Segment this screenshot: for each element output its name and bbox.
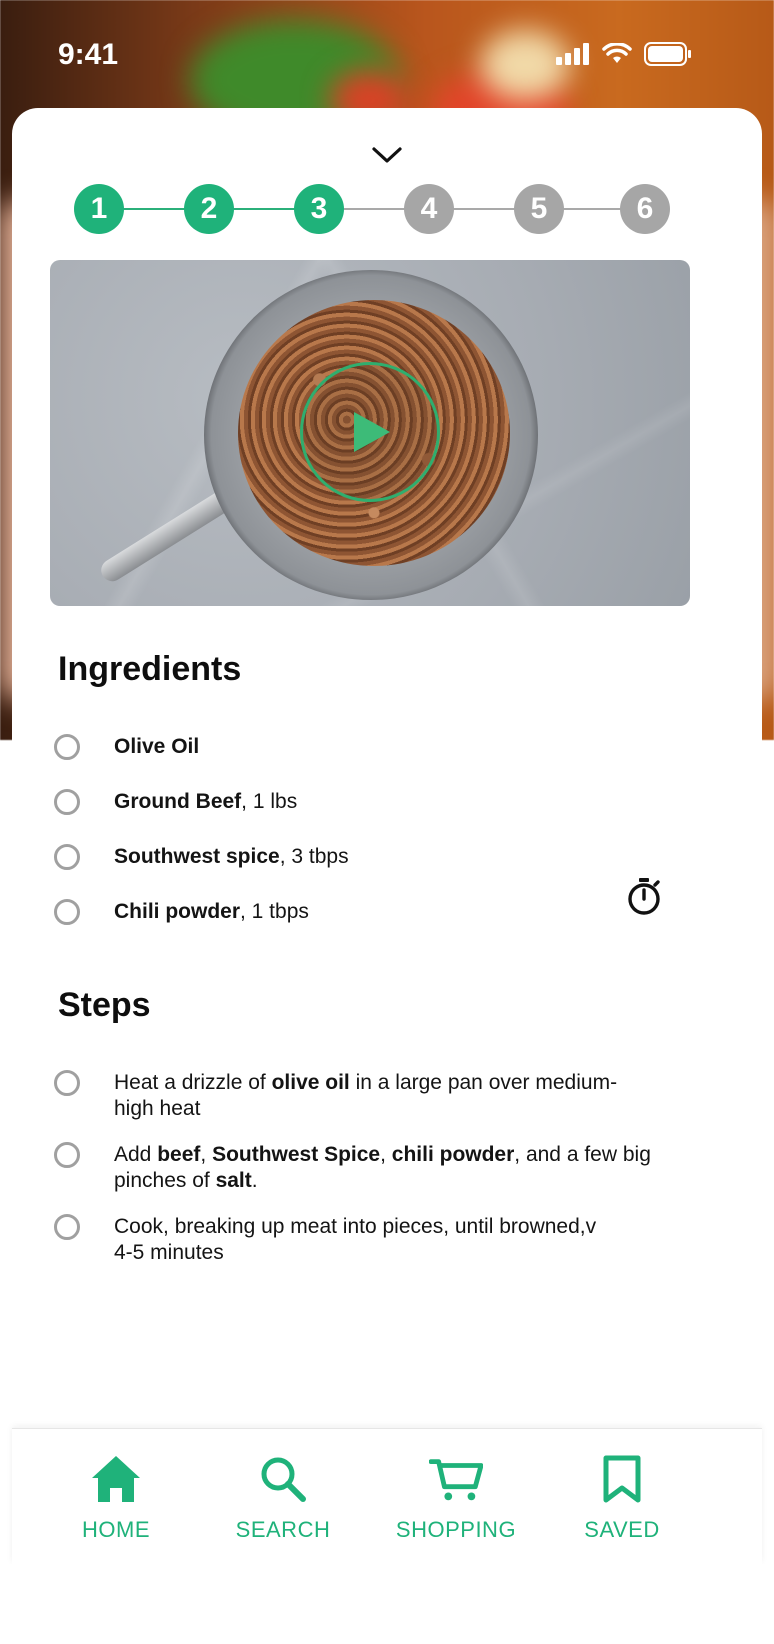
steps-title: Steps xyxy=(58,986,151,1024)
ingredient-text: Ground Beef, 1 lbs xyxy=(114,789,297,815)
step-text-part: beef xyxy=(157,1143,201,1166)
wifi-icon xyxy=(602,43,632,63)
step-text-part: , xyxy=(200,1143,213,1166)
step-item: Add beef, Southwest Spice, chili powder,… xyxy=(54,1142,694,1194)
step-text-part: Add xyxy=(114,1143,158,1166)
step-text-part: chili powder xyxy=(391,1143,515,1166)
search-icon xyxy=(261,1457,306,1502)
nav-saved-label: SAVED xyxy=(584,1517,660,1542)
play-button[interactable] xyxy=(300,362,440,502)
ingredient-qty: , 1 lbs xyxy=(241,790,298,813)
step-text: Cook, breaking up meat into pieces, unti… xyxy=(114,1214,694,1266)
nav-search[interactable]: SEARCH xyxy=(208,1429,358,1565)
ingredient-text: Olive Oil xyxy=(114,734,199,760)
ingredient-text: Chili powder, 1 tbps xyxy=(114,899,309,925)
ingredient-item: Olive Oil xyxy=(54,734,694,760)
step-4[interactable]: 4 xyxy=(404,184,454,234)
bottom-navigation: HOME SEARCH SHOPPING SAVED xyxy=(12,1428,762,1564)
step-text-part: , xyxy=(380,1143,392,1166)
signal-icon xyxy=(556,43,589,65)
step-checkbox[interactable] xyxy=(54,1142,80,1168)
bookmark-icon xyxy=(603,1455,641,1503)
status-icons xyxy=(556,42,692,66)
ingredient-checkbox[interactable] xyxy=(54,844,80,870)
ingredient-name: Chili powder xyxy=(114,900,240,923)
nav-home[interactable]: HOME xyxy=(41,1429,191,1565)
ingredient-checkbox[interactable] xyxy=(54,899,80,925)
ingredient-name: Olive Oil xyxy=(114,735,200,758)
step-text-part: 4-5 minutes xyxy=(114,1241,224,1264)
status-bar: 9:41 xyxy=(0,0,774,110)
step-text-part: olive oil xyxy=(271,1071,350,1094)
step-video[interactable] xyxy=(50,260,690,606)
step-text: Add beef, Southwest Spice, chili powder,… xyxy=(114,1142,694,1194)
cart-icon xyxy=(429,1459,483,1501)
step-text-part: Southwest Spice xyxy=(212,1143,381,1166)
ingredient-name: Southwest spice xyxy=(114,845,280,868)
ingredient-qty: , 1 tbps xyxy=(240,900,309,923)
play-icon xyxy=(354,412,390,452)
nav-shopping-label: SHOPPING xyxy=(395,1517,517,1542)
step-checkbox[interactable] xyxy=(54,1214,80,1240)
ingredient-item: Southwest spice, 3 tbps xyxy=(54,844,694,870)
step-item: Heat a drizzle of olive oil in a large p… xyxy=(54,1070,694,1122)
ingredient-checkbox[interactable] xyxy=(54,789,80,815)
ingredient-checkbox[interactable] xyxy=(54,734,80,760)
step-text-part: Cook, breaking up meat into pieces, unti… xyxy=(114,1215,597,1238)
status-time: 9:41 xyxy=(58,38,119,71)
step-text: Heat a drizzle of olive oil in a large p… xyxy=(114,1070,654,1122)
step-text-part: Heat a drizzle of xyxy=(114,1071,272,1094)
ingredient-qty: , 3 tbps xyxy=(279,845,349,868)
nav-search-label: SEARCH xyxy=(235,1517,331,1542)
step-text-part: . xyxy=(251,1169,258,1192)
ingredients-title: Ingredients xyxy=(58,650,242,688)
ingredient-text: Southwest spice, 3 tbps xyxy=(114,844,349,870)
step-5[interactable]: 5 xyxy=(514,184,564,234)
nav-shopping[interactable]: SHOPPING xyxy=(381,1429,531,1565)
page-bottom xyxy=(0,1564,774,1644)
step-checkbox[interactable] xyxy=(54,1070,80,1096)
step-3[interactable]: 3 xyxy=(294,184,344,234)
step-item: Cook, breaking up meat into pieces, unti… xyxy=(54,1214,694,1266)
home-icon xyxy=(92,1456,140,1502)
step-6[interactable]: 6 xyxy=(620,184,670,234)
progress-stepper: 1 2 3 4 5 6 xyxy=(74,184,696,234)
nav-saved[interactable]: SAVED xyxy=(547,1429,697,1565)
chevron-down-icon[interactable] xyxy=(370,144,404,166)
ingredient-item: Ground Beef, 1 lbs xyxy=(54,789,694,815)
ingredient-item: Chili powder, 1 tbps xyxy=(54,899,694,925)
ingredient-name: Ground Beef xyxy=(114,790,242,813)
step-2[interactable]: 2 xyxy=(184,184,234,234)
step-text-part: salt xyxy=(215,1169,252,1192)
timer-icon[interactable] xyxy=(626,876,662,916)
step-1[interactable]: 1 xyxy=(74,184,124,234)
nav-home-label: HOME xyxy=(82,1517,150,1542)
battery-icon xyxy=(644,42,691,66)
